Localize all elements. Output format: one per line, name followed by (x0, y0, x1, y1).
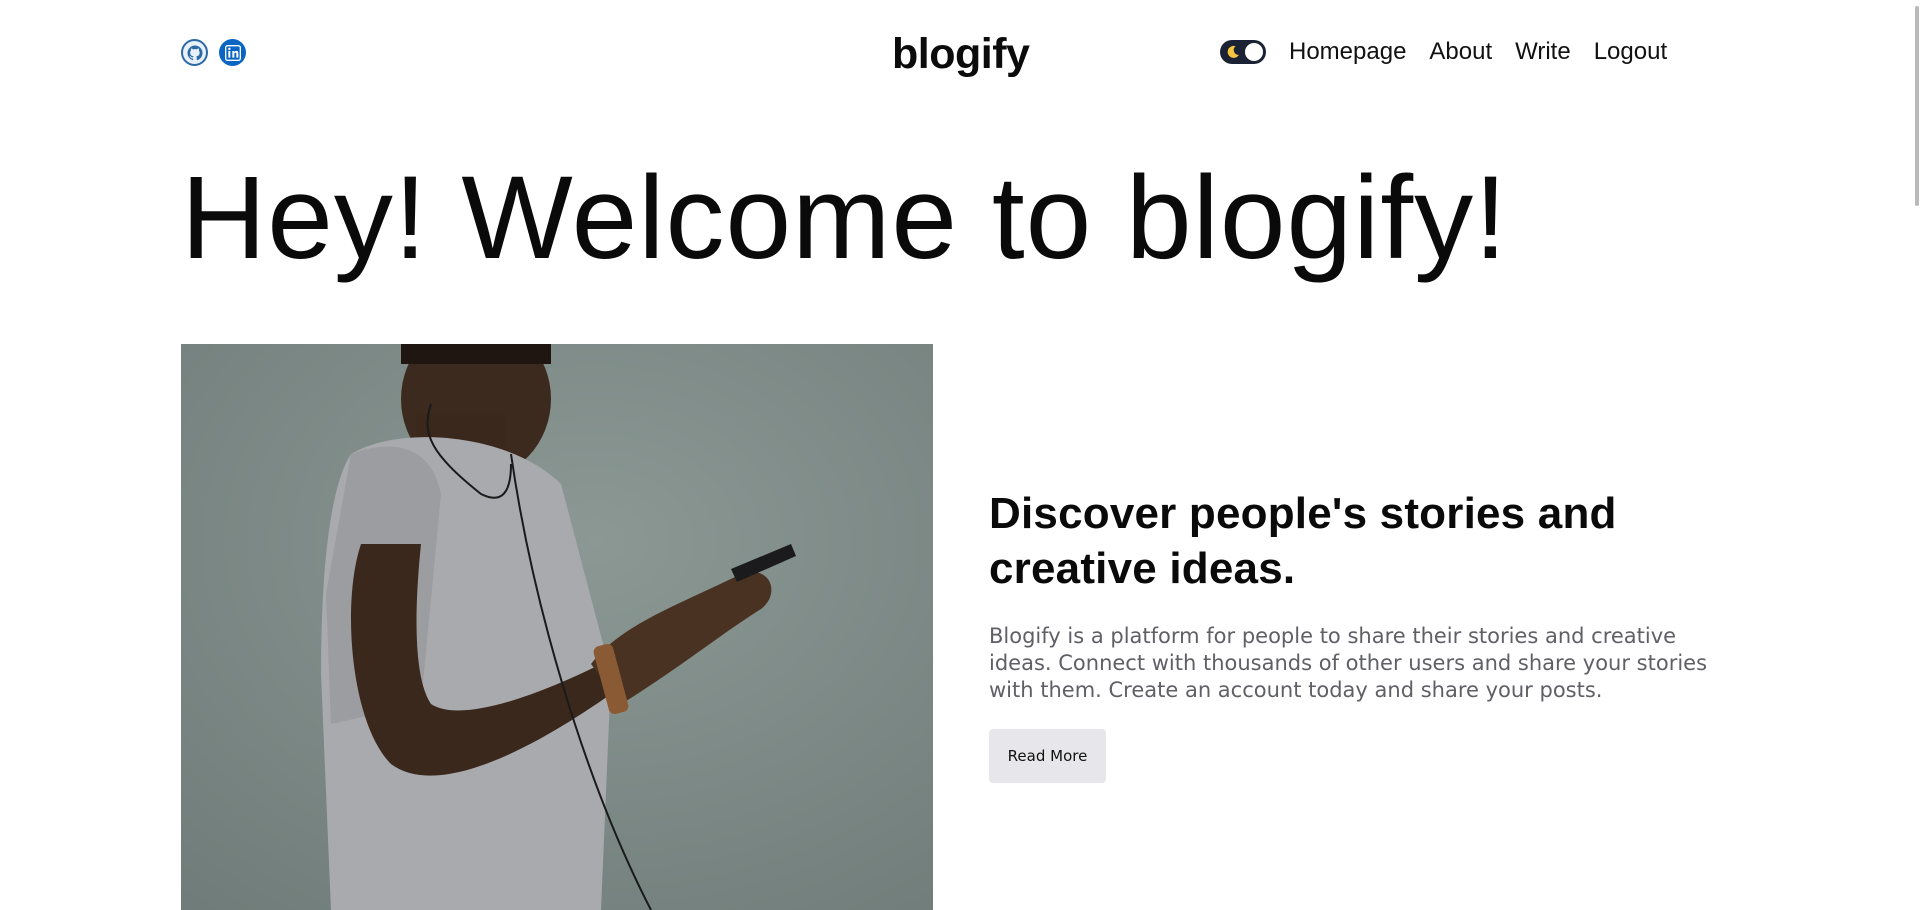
feature-description: Blogify is a platform for people to shar… (989, 624, 1708, 702)
nav-homepage[interactable]: Homepage (1289, 38, 1406, 66)
hero-title: Hey! Welcome to blogify! (181, 152, 1508, 284)
feature-section: Discover people's stories and creative i… (989, 486, 1729, 783)
theme-toggle[interactable] (1220, 40, 1266, 64)
toggle-knob (1245, 43, 1263, 61)
moon-icon (1227, 45, 1239, 58)
social-links (181, 39, 246, 66)
linkedin-icon[interactable] (219, 39, 246, 66)
feature-image (181, 344, 933, 910)
github-icon[interactable] (181, 39, 208, 66)
nav-about[interactable]: About (1429, 38, 1492, 66)
brand-logo[interactable]: blogify (892, 30, 1030, 79)
feature-heading: Discover people's stories and creative i… (989, 489, 1617, 593)
scrollbar-thumb[interactable] (1915, 6, 1919, 206)
photo-person-phone (181, 344, 933, 910)
main-nav: Homepage About Write Logout (1220, 38, 1690, 66)
nav-write[interactable]: Write (1515, 38, 1571, 66)
page-scrollbar[interactable] (1914, 0, 1920, 910)
nav-logout[interactable]: Logout (1594, 38, 1667, 66)
page: blogify Homepage About Write Logout Hey!… (0, 0, 1920, 910)
read-more-button[interactable]: Read More (989, 729, 1106, 783)
